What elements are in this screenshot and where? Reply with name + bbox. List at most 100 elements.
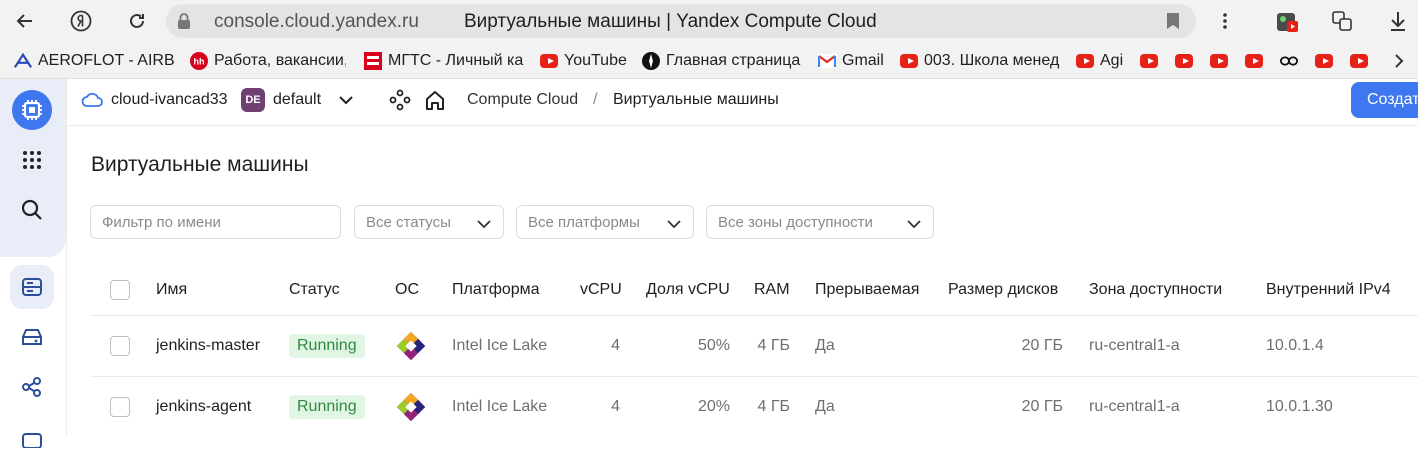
browser-toolbar: console.cloud.yandex.ru Виртуальные маши… bbox=[0, 0, 1418, 42]
placement-groups-icon[interactable] bbox=[10, 365, 54, 409]
column-header-name[interactable]: Имя bbox=[156, 281, 187, 299]
status-filter-value: Все статусы bbox=[366, 213, 451, 231]
youtube-icon bbox=[1315, 52, 1333, 70]
search-icon[interactable] bbox=[10, 188, 54, 232]
reload-icon[interactable] bbox=[122, 6, 152, 36]
bookmark-agi[interactable]: Agi bbox=[1076, 50, 1126, 72]
bookmark-youtube-4[interactable] bbox=[1245, 50, 1267, 72]
create-button[interactable]: Создать bbox=[1351, 82, 1418, 118]
bookmark-hh[interactable]: hh Работа, вакансии, bbox=[190, 50, 346, 72]
bookmark-link[interactable] bbox=[1280, 50, 1302, 72]
disk-size-value: 20 ГБ bbox=[1021, 337, 1063, 354]
url-text: console.cloud.yandex.ru bbox=[214, 11, 419, 32]
bookmark-mgts[interactable]: МГТС - Личный ка bbox=[364, 50, 526, 72]
table-divider bbox=[90, 315, 1418, 316]
vm-name[interactable]: jenkins-master bbox=[156, 337, 260, 355]
bookmark-school[interactable]: 003. Школа менед bbox=[900, 50, 1060, 72]
bookmark-youtube-5[interactable] bbox=[1315, 50, 1337, 72]
column-header-status[interactable]: Статус bbox=[289, 281, 340, 299]
folder-name: default bbox=[273, 91, 322, 108]
youtube-icon bbox=[1350, 52, 1368, 70]
platform-filter-value: Все платформы bbox=[528, 213, 640, 231]
chevron-down-icon bbox=[477, 216, 491, 233]
bookmark-icon[interactable] bbox=[1166, 12, 1180, 35]
bookmarks-more-icon[interactable] bbox=[1394, 50, 1410, 72]
back-icon[interactable] bbox=[10, 6, 40, 36]
vcpu-value: 4 bbox=[611, 398, 620, 415]
home-icon[interactable] bbox=[424, 79, 446, 121]
bookmark-main-page[interactable]: Главная страница bbox=[642, 50, 802, 72]
ram-value: 4 ГБ bbox=[757, 398, 790, 415]
youtube-icon bbox=[1140, 52, 1158, 70]
disks-icon[interactable] bbox=[10, 315, 54, 359]
extension-icon[interactable] bbox=[1272, 6, 1302, 36]
bookmark-label: Agi bbox=[1100, 52, 1124, 69]
vcpu-share-value: 50% bbox=[697, 337, 730, 354]
name-filter-input[interactable]: Фильтр по имени bbox=[90, 205, 341, 239]
status-badge: Running bbox=[289, 395, 365, 419]
bookmark-youtube[interactable]: YouTube bbox=[540, 50, 636, 72]
resource-graph-icon[interactable] bbox=[389, 79, 411, 121]
youtube-icon bbox=[1076, 52, 1094, 70]
vcpu-value: 4 bbox=[611, 337, 620, 354]
centos-icon bbox=[396, 392, 426, 422]
column-header-ram[interactable]: RAM bbox=[754, 281, 790, 299]
row-checkbox[interactable] bbox=[110, 336, 130, 356]
all-services-icon[interactable] bbox=[10, 138, 54, 182]
preemptible-value: Да bbox=[815, 398, 835, 415]
youtube-icon bbox=[1175, 52, 1193, 70]
breadcrumb-current: Виртуальные машины bbox=[613, 91, 779, 108]
tab-title: Виртуальные машины | Yandex Compute Clou… bbox=[464, 11, 877, 32]
folder-badge: DE bbox=[241, 88, 265, 112]
breadcrumb-service[interactable]: Compute Cloud bbox=[467, 79, 578, 121]
bookmark-label: Gmail bbox=[842, 52, 884, 69]
compute-cloud-icon[interactable] bbox=[10, 88, 54, 132]
bookmark-gmail[interactable]: Gmail bbox=[818, 50, 888, 72]
translate-icon[interactable] bbox=[1327, 6, 1357, 36]
preemptible-value: Да bbox=[815, 337, 835, 354]
cloud-selector[interactable]: cloud-ivancad33 bbox=[81, 79, 228, 121]
bookmark-youtube-2[interactable] bbox=[1175, 50, 1197, 72]
status-badge: Running bbox=[289, 334, 365, 358]
images-icon[interactable] bbox=[10, 415, 54, 459]
bookmark-label: 003. Школа менед bbox=[924, 52, 1060, 69]
platform-value: Intel Ice Lake bbox=[452, 398, 548, 415]
aeroflot-icon bbox=[14, 52, 32, 70]
column-header-ipv4[interactable]: Внутренний IPv4 bbox=[1266, 281, 1391, 299]
mgts-icon bbox=[364, 52, 382, 70]
bookmark-aeroflot[interactable]: AEROFLOT - AIRBUS bbox=[14, 50, 174, 72]
column-header-platform[interactable]: Платформа bbox=[452, 281, 540, 299]
select-all-checkbox[interactable] bbox=[110, 280, 130, 300]
svg-text:hh: hh bbox=[194, 57, 205, 67]
address-bar[interactable]: console.cloud.yandex.ru Виртуальные маши… bbox=[166, 4, 1196, 38]
bookmark-youtube-1[interactable] bbox=[1140, 50, 1162, 72]
virtual-machines-icon[interactable] bbox=[10, 265, 54, 309]
bookmark-label: Работа, вакансии, bbox=[214, 52, 346, 69]
status-filter-select[interactable]: Все статусы bbox=[354, 205, 504, 239]
column-header-vcpu-share[interactable]: Доля vCPU bbox=[646, 281, 730, 299]
column-header-disk-size[interactable]: Размер дисков bbox=[948, 281, 1058, 299]
column-header-preemptible[interactable]: Прерываемая bbox=[815, 281, 919, 299]
youtube-icon bbox=[1210, 52, 1228, 70]
bookmark-label: AEROFLOT - AIRBUS bbox=[38, 52, 174, 69]
bookmark-label: YouTube bbox=[564, 52, 627, 69]
vcpu-share-value: 20% bbox=[697, 398, 730, 415]
youtube-icon bbox=[540, 52, 558, 70]
ipv4-value: 10.0.1.30 bbox=[1266, 398, 1333, 415]
bookmark-youtube-3[interactable] bbox=[1210, 50, 1232, 72]
menu-dots-icon[interactable] bbox=[1210, 6, 1240, 36]
youtube-icon bbox=[1245, 52, 1263, 70]
folder-selector[interactable]: DE default bbox=[241, 79, 353, 121]
column-header-vcpu[interactable]: vCPU bbox=[580, 281, 622, 299]
zone-filter-select[interactable]: Все зоны доступности bbox=[706, 205, 934, 239]
column-header-os[interactable]: ОС bbox=[395, 281, 419, 299]
download-icon[interactable] bbox=[1383, 6, 1413, 36]
lock-icon bbox=[176, 12, 192, 35]
yandex-home-icon[interactable] bbox=[66, 6, 96, 36]
column-header-zone[interactable]: Зона доступности bbox=[1089, 281, 1222, 299]
platform-filter-select[interactable]: Все платформы bbox=[516, 205, 694, 239]
gmail-icon bbox=[818, 52, 836, 70]
bookmark-youtube-6[interactable] bbox=[1350, 50, 1372, 72]
row-checkbox[interactable] bbox=[110, 397, 130, 417]
vm-name[interactable]: jenkins-agent bbox=[156, 398, 251, 416]
